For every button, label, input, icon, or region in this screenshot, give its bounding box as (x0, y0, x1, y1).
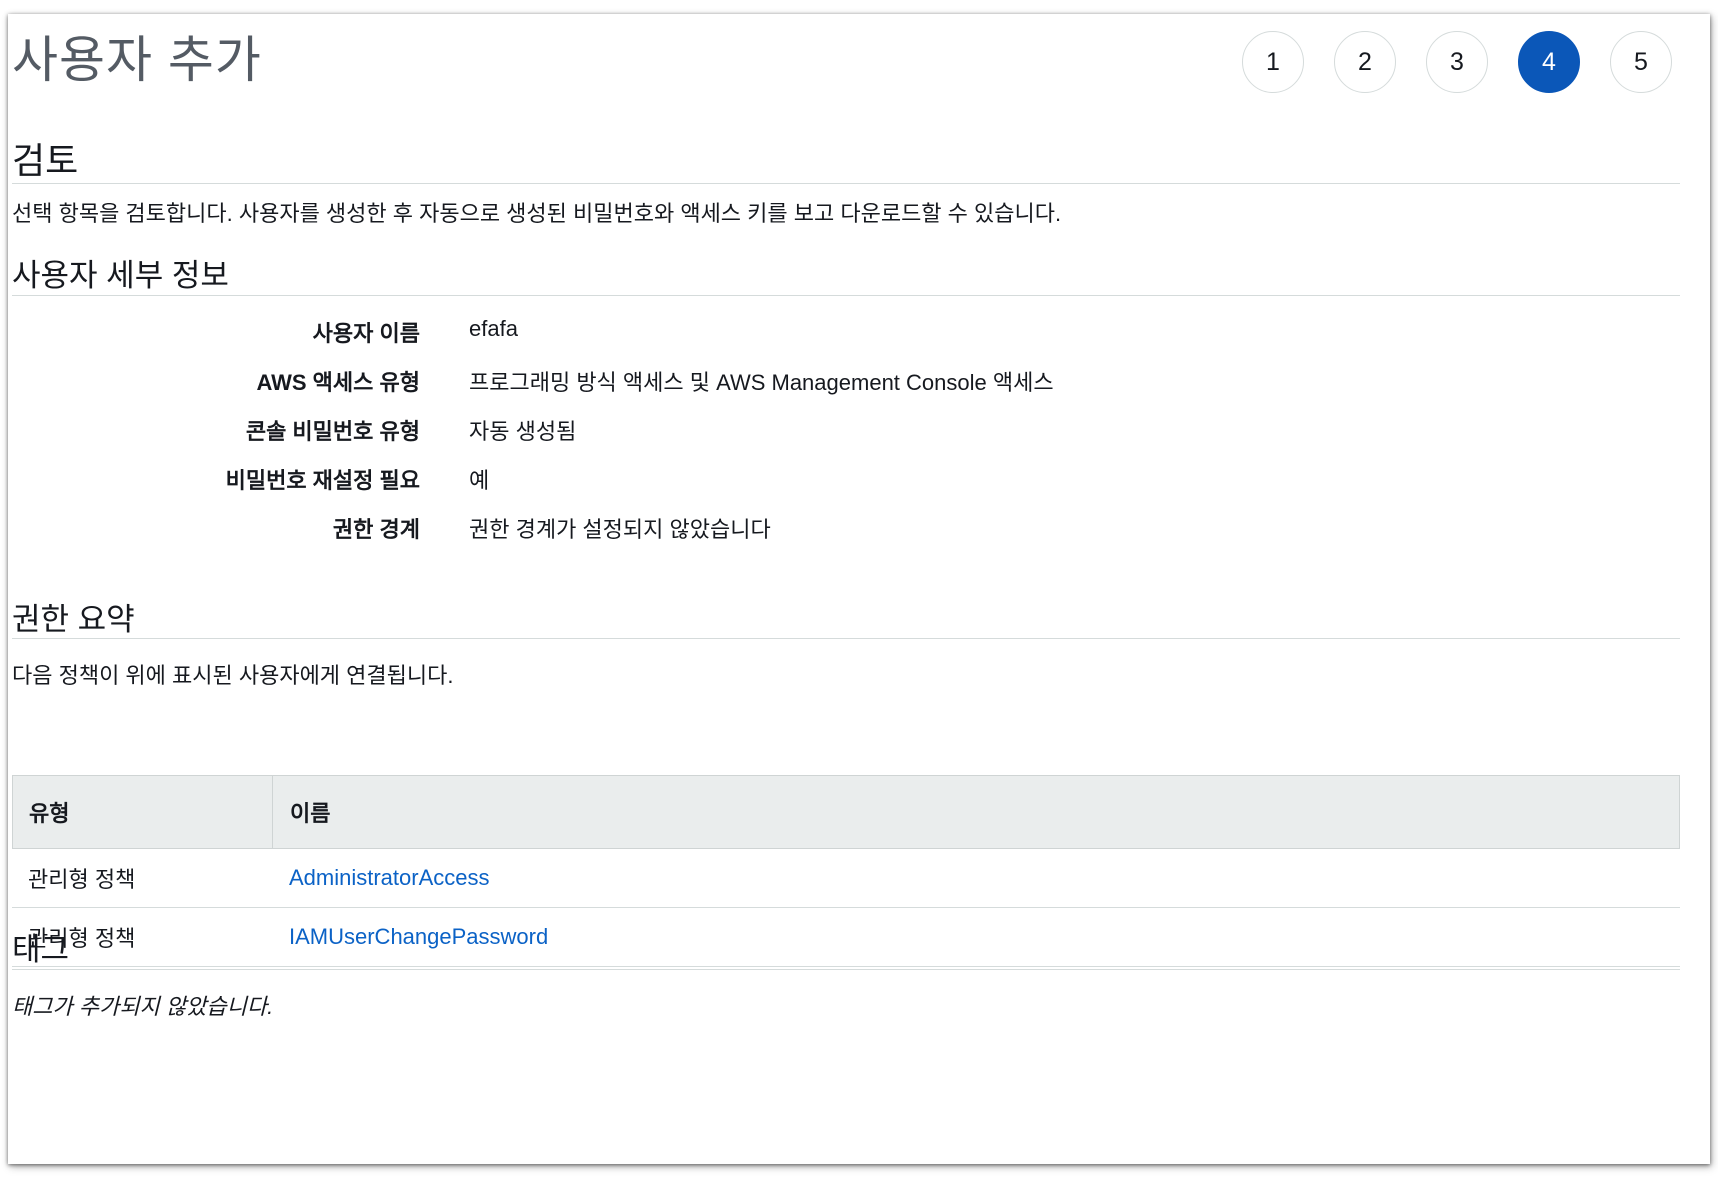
access-type-value: 프로그래밍 방식 액세스 및 AWS Management Console 액세… (469, 370, 1054, 395)
permissions-boundary-label: 권한 경계 (332, 517, 420, 542)
password-reset-required-value: 예 (469, 468, 490, 493)
step-4-button-active[interactable]: 4 (1518, 31, 1580, 93)
user-name-label: 사용자 이름 (312, 321, 420, 346)
page-title: 사용자 추가 (12, 32, 262, 88)
console-password-type-value: 자동 생성됨 (469, 419, 577, 444)
permissions-summary-divider (12, 638, 1680, 639)
add-user-panel: 사용자 추가 1 2 3 4 5 검토 선택 항목을 검토합니다. 사용자를 생… (8, 14, 1710, 1164)
policy-type-cell: 관리형 정책 (28, 867, 136, 892)
step-2-button[interactable]: 2 (1334, 31, 1396, 93)
permissions-table: 유형 이름 관리형 정책 AdministratorAccess 관리형 정책 … (12, 775, 1680, 967)
user-name-value: efafa (469, 316, 518, 341)
tags-empty-text: 태그가 추가되지 않았습니다. (12, 994, 274, 1019)
permissions-summary-heading: 권한 요약 (12, 602, 135, 637)
policy-link-iam-user-change-password[interactable]: IAMUserChangePassword (289, 924, 548, 950)
tags-divider (12, 969, 1680, 970)
table-header: 유형 이름 (12, 775, 1680, 849)
table-row: 관리형 정책 IAMUserChangePassword (12, 908, 1680, 967)
policy-name-cell: AdministratorAccess (272, 849, 1680, 907)
console-password-type-label: 콘솔 비밀번호 유형 (245, 419, 420, 444)
review-divider (12, 183, 1680, 184)
review-heading: 검토 (12, 140, 79, 181)
tags-heading: 태그 (12, 932, 70, 967)
wizard-steps: 1 2 3 4 5 (1242, 31, 1672, 93)
policy-link-administrator-access[interactable]: AdministratorAccess (289, 865, 490, 891)
permissions-summary-description: 다음 정책이 위에 표시된 사용자에게 연결됩니다. (12, 663, 454, 688)
column-header-type[interactable]: 유형 (13, 776, 273, 848)
access-type-label: AWS 액세스 유형 (256, 370, 420, 395)
policy-name-cell: IAMUserChangePassword (272, 908, 1680, 966)
step-3-button[interactable]: 3 (1426, 31, 1488, 93)
password-reset-required-label: 비밀번호 재설정 필요 (225, 468, 420, 493)
column-header-name[interactable]: 이름 (273, 776, 1679, 848)
review-description: 선택 항목을 검토합니다. 사용자를 생성한 후 자동으로 생성된 비밀번호와 … (12, 201, 1062, 226)
step-5-button[interactable]: 5 (1610, 31, 1672, 93)
user-details-divider (12, 295, 1680, 296)
user-details-heading: 사용자 세부 정보 (12, 258, 229, 293)
step-1-button[interactable]: 1 (1242, 31, 1304, 93)
permissions-boundary-value: 권한 경계가 설정되지 않았습니다 (469, 517, 771, 542)
table-row: 관리형 정책 AdministratorAccess (12, 849, 1680, 908)
